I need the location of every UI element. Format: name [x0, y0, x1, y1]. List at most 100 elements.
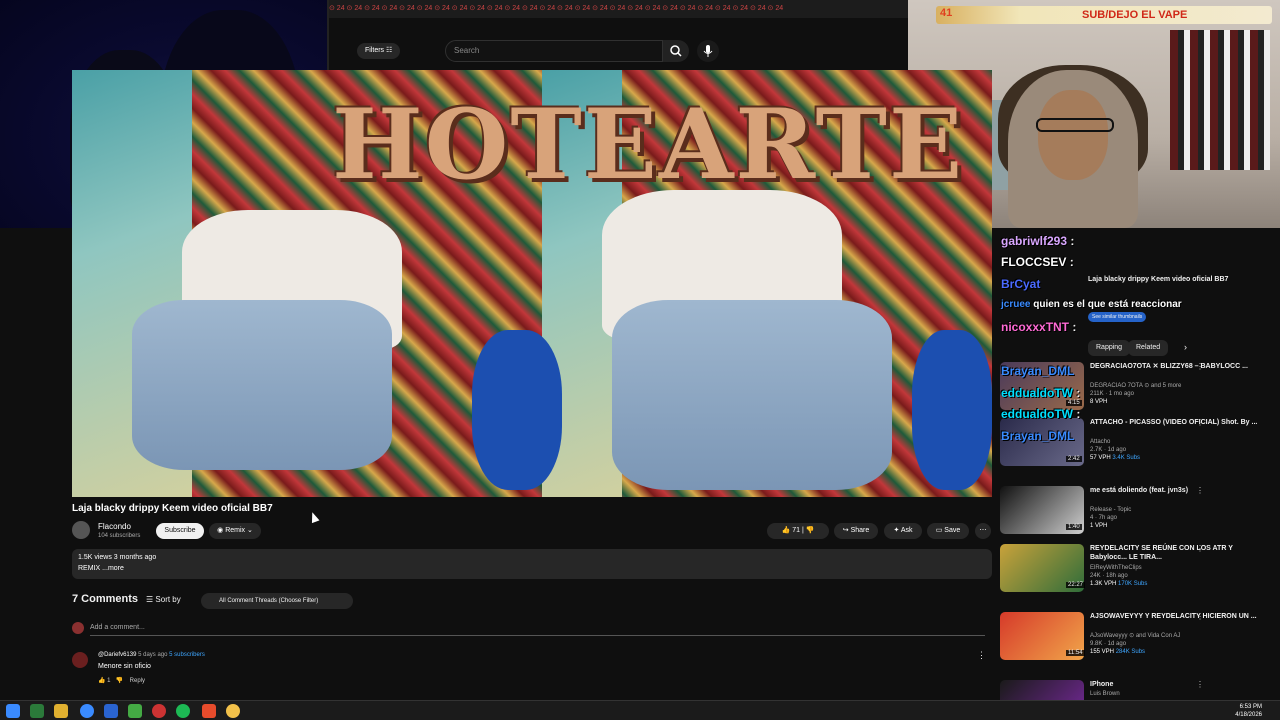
sort-icon: ☰ — [146, 595, 154, 604]
system-clock[interactable]: 6:53 PM 4/18/2026 — [1235, 703, 1262, 719]
more-icon[interactable]: ⋮ — [1196, 680, 1204, 689]
description-box[interactable]: 1.5K views 3 months ago REMIX ...more — [72, 549, 992, 579]
top-card-title[interactable]: Laja blacky drippy Keem video oficial BB… — [1088, 276, 1268, 283]
streamer-face — [1038, 90, 1108, 180]
rec-title[interactable]: me está doliendo (feat. jvn3s) — [1090, 486, 1270, 495]
app-icon[interactable] — [128, 704, 142, 718]
more-icon[interactable]: ⋮ — [1196, 544, 1204, 553]
rec-title[interactable]: AJSOWAVEYYY Y REYDELACITY HICIERON UN ..… — [1090, 612, 1270, 621]
more-icon[interactable]: ⋮ — [1196, 418, 1204, 427]
folder-icon[interactable] — [54, 704, 68, 718]
start-icon[interactable] — [6, 704, 20, 718]
chat-text: : — [1072, 320, 1077, 334]
clock-time: 6:53 PM — [1239, 704, 1262, 710]
brave-icon[interactable] — [202, 704, 216, 718]
more-icon[interactable]: ⋮ — [1196, 362, 1204, 371]
more-actions-button[interactable]: ⋯ — [975, 523, 991, 539]
search-input[interactable]: Search — [445, 40, 663, 62]
thumbs-down-icon[interactable]: 👎 — [116, 678, 123, 684]
rec-channel[interactable]: AJsoWaveyyy ⊙ and Vida Con AJ — [1090, 633, 1180, 639]
rec-views: 4 · 7h ago — [1090, 515, 1118, 521]
barrel-right — [912, 330, 992, 490]
remix-button[interactable]: ◉ Remix ⌄ — [209, 523, 261, 539]
vph-badge: 1 VPH — [1090, 523, 1108, 529]
rec-channel[interactable]: DEGRACIAO 7OTA ⊙ and 5 more — [1090, 383, 1181, 389]
duration: 4:15 — [1066, 400, 1082, 406]
like-button[interactable]: 👍 71 | 👎 — [767, 523, 829, 539]
subscribe-button[interactable]: Subscribe — [156, 523, 204, 539]
spotify-icon[interactable] — [176, 704, 190, 718]
thumbnail[interactable] — [1000, 680, 1084, 700]
bookmark-icon: ▭ — [935, 527, 943, 534]
chrome-icon[interactable] — [226, 704, 240, 718]
duration: 1:40 — [1066, 524, 1082, 530]
comments-count: 7 Comments — [72, 593, 139, 605]
remix-label: Remix — [225, 527, 246, 534]
channel-subscribers: 104 subscribers — [98, 533, 141, 539]
save-button[interactable]: ▭ Save — [927, 523, 969, 539]
chip-related[interactable]: Related — [1128, 340, 1169, 356]
chevron-right-icon[interactable]: › — [1184, 342, 1187, 352]
description-text[interactable]: REMIX ...more — [78, 565, 124, 572]
rec-title[interactable]: REYDELACITY SE REÚNE CON LOS ATR Y Babyl… — [1090, 544, 1270, 562]
sparkle-icon: ✦ — [893, 527, 900, 534]
rec-views: 24K · 18h ago — [1090, 573, 1128, 579]
stream-goal-banner: 41 SUB/DEJO EL VAPE — [936, 6, 1272, 24]
search-button[interactable] — [663, 40, 689, 62]
comment-author[interactable]: @Dariefv6139 5 days ago 5 subscribers — [98, 652, 205, 658]
add-comment-input[interactable]: Add a comment... — [90, 624, 985, 636]
comment-actions: 👍 1 👎 Reply — [98, 677, 145, 684]
filters-button[interactable]: Filters ☷ — [357, 43, 401, 59]
comment-filter-dropdown[interactable]: All Comment Threads (Choose Filter) — [201, 593, 353, 609]
chat-message: gabriwlf293 : — [1001, 234, 1074, 248]
rec-channel[interactable]: Attacho — [1090, 439, 1110, 445]
rec-title[interactable]: IPhone — [1090, 680, 1270, 689]
sort-by-button[interactable]: ☰ Sort by — [146, 595, 181, 604]
windows-taskbar: 6:53 PM 4/18/2026 — [0, 700, 1280, 720]
similar-thumbnails-button[interactable]: See similar thumbnails — [1088, 312, 1147, 322]
mouse-cursor — [308, 510, 320, 524]
thumbs-down-icon: 👎 — [805, 527, 815, 534]
comment-menu-icon[interactable]: ⋮ — [977, 650, 986, 661]
comment-avatar[interactable] — [72, 652, 88, 668]
rec-channel[interactable]: Release - Topic — [1090, 507, 1131, 513]
chip-rapping[interactable]: Rapping — [1088, 340, 1131, 356]
rec-meta: Luis Brown — [1090, 690, 1270, 698]
channel-name[interactable]: Flacondo — [98, 522, 131, 531]
edge-icon[interactable] — [80, 704, 94, 718]
chat-user: nicoxxxTNT — [1001, 320, 1070, 334]
ask-button[interactable]: ✦ Ask — [884, 523, 922, 539]
rec-title[interactable]: ATTACHO - PICASSO (VIDEO OFICIAL) Shot. … — [1090, 418, 1270, 427]
vph-badge: 57 VPH — [1090, 455, 1111, 461]
browser-tab-strip: ⊙ 24 ⊙ 24 ⊙ 24 ⊙ 24 ⊙ 24 ⊙ 24 ⊙ 24 ⊙ 24 … — [329, 0, 908, 18]
share-label: Share — [850, 527, 870, 534]
rec-views: 211K · 1 mo ago — [1090, 391, 1134, 397]
more-icon[interactable]: ⋮ — [1196, 612, 1204, 621]
app-icon[interactable] — [152, 704, 166, 718]
thumbs-up-icon: 👍 — [781, 527, 791, 534]
voice-search-button[interactable] — [697, 40, 719, 62]
app-icon[interactable] — [30, 704, 44, 718]
comment-author-handle[interactable]: @Dariefv6139 — [98, 652, 136, 658]
sort-label: Sort by — [155, 595, 181, 604]
comment-age: 5 days ago — [138, 652, 168, 658]
share-button[interactable]: ↪ Share — [834, 523, 878, 539]
reply-button[interactable]: Reply — [130, 678, 145, 684]
rec-title[interactable]: DEGRACIAO7OTA ✕ BLIZZY68 – BABYLOCC ... — [1090, 362, 1270, 371]
thumbs-up-icon[interactable]: 👍 — [98, 678, 105, 684]
jeans-right — [612, 300, 892, 490]
rec-views: 2.7K · 1d ago — [1090, 447, 1127, 453]
duration: 11:54 — [1066, 650, 1085, 656]
more-icon[interactable]: ⋮ — [1196, 486, 1204, 495]
chat-text: : — [1076, 386, 1081, 400]
rec-channel[interactable]: ElReyWithTheClips — [1090, 565, 1142, 571]
video-player[interactable]: HOTEARTE — [72, 70, 992, 497]
chat-message: nicoxxxTNT : — [1001, 320, 1076, 334]
chat-user: eddualdoTW — [1001, 386, 1073, 400]
chat-user: FLOCCSEV — [1001, 255, 1067, 269]
rec-channel[interactable]: Luis Brown — [1090, 691, 1120, 697]
chat-user: eddualdoTW — [1001, 407, 1073, 421]
channel-avatar[interactable] — [72, 521, 90, 539]
barrel-left — [472, 330, 562, 490]
app-icon[interactable] — [104, 704, 118, 718]
